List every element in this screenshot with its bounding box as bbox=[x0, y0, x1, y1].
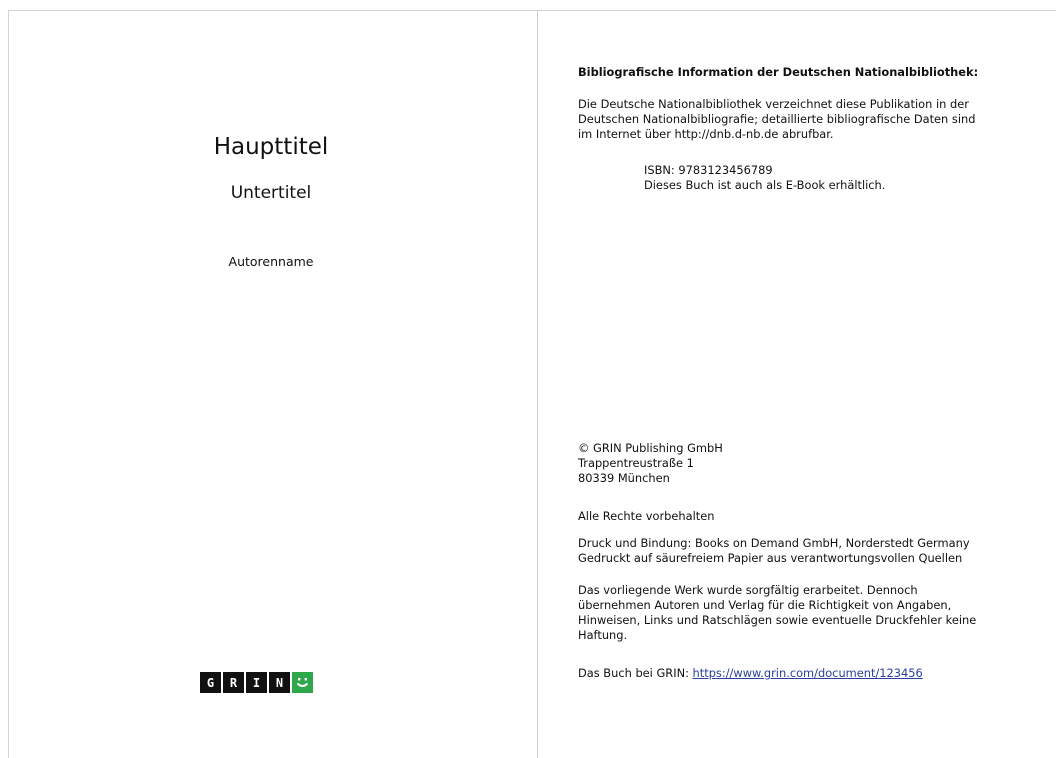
isbn-number: ISBN: 9783123456789 bbox=[644, 163, 773, 177]
ebook-note: Dieses Buch ist auch als E-Book erhältli… bbox=[644, 178, 886, 192]
author-name: Autorenname bbox=[228, 254, 314, 269]
disclaimer-line: Das vorliegende Werk wurde sorgfältig er… bbox=[578, 583, 918, 597]
biblio-heading: Bibliografische Information der Deutsche… bbox=[578, 65, 979, 79]
disclaimer-line: übernehmen Autoren und Verlag für die Ri… bbox=[578, 598, 952, 612]
disclaimer-line: Haftung. bbox=[578, 628, 628, 642]
disclaimer-paragraph: Das vorliegende Werk wurde sorgfältig er… bbox=[578, 583, 1018, 643]
book-spread: Haupttitel Untertitel Autorenname G R I … bbox=[0, 0, 1056, 758]
grin-link-line: Das Buch bei GRIN: https://www.grin.com/… bbox=[578, 666, 1018, 681]
title-page: Haupttitel Untertitel Autorenname G R I … bbox=[9, 11, 537, 758]
logo-letter-i: I bbox=[246, 672, 267, 693]
printing-line: Gedruckt auf säurefreiem Papier aus vera… bbox=[578, 551, 963, 565]
logo-letter-n: N bbox=[269, 672, 290, 693]
biblio-line: Deutschen Nationalbibliografie; detailli… bbox=[578, 112, 976, 126]
main-title: Haupttitel bbox=[213, 134, 329, 160]
publisher-imprint: © GRIN Publishing GmbH Trappentreustraße… bbox=[578, 441, 1018, 486]
rights-statement: Alle Rechte vorbehalten bbox=[578, 509, 715, 523]
grin-logo: G R I N bbox=[200, 672, 313, 693]
subtitle: Untertitel bbox=[230, 183, 312, 203]
imprint-line: © GRIN Publishing GmbH bbox=[578, 441, 723, 455]
biblio-line: Die Deutsche Nationalbibliothek verzeich… bbox=[578, 97, 969, 111]
biblio-line: im Internet über http://dnb.d-nb.de abru… bbox=[578, 127, 834, 141]
disclaimer-line: Hinweisen, Links und Ratschlägen sowie e… bbox=[578, 613, 977, 627]
grin-link-prefix: Das Buch bei GRIN: bbox=[578, 666, 693, 680]
printing-line: Druck und Bindung: Books on Demand GmbH,… bbox=[578, 536, 970, 550]
smiley-icon bbox=[292, 672, 313, 693]
imprint-line: 80339 München bbox=[578, 471, 670, 485]
isbn-block: ISBN: 9783123456789 Dieses Buch ist auch… bbox=[644, 163, 1056, 193]
grin-document-link[interactable]: https://www.grin.com/document/123456 bbox=[693, 666, 923, 680]
smiley-icon-graphic bbox=[296, 678, 309, 687]
logo-letter-r: R bbox=[223, 672, 244, 693]
copyright-page: Bibliografische Information der Deutsche… bbox=[538, 11, 1056, 758]
imprint-line: Trappentreustraße 1 bbox=[578, 456, 694, 470]
biblio-paragraph: Die Deutsche Nationalbibliothek verzeich… bbox=[578, 97, 1018, 142]
printing-info: Druck und Bindung: Books on Demand GmbH,… bbox=[578, 536, 1018, 566]
logo-letter-g: G bbox=[200, 672, 221, 693]
